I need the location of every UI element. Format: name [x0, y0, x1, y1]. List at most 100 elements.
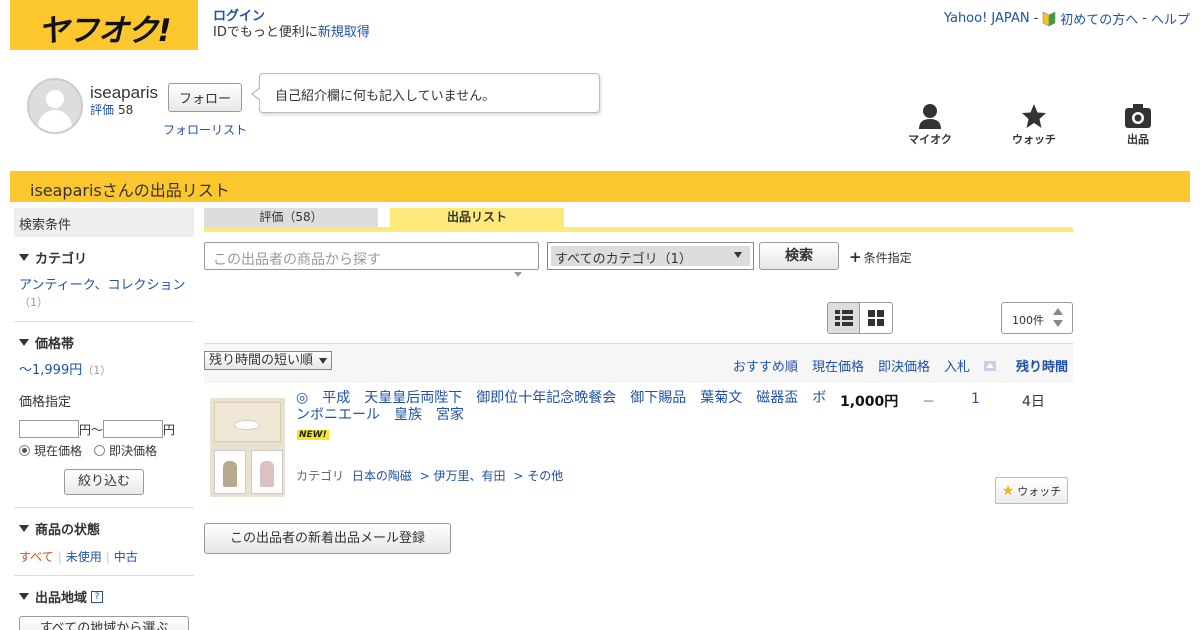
plus-icon: +	[849, 248, 862, 266]
tab-bar: 評価（58） 出品リスト	[204, 208, 1073, 232]
avatar	[27, 78, 83, 134]
price-title[interactable]: 価格帯	[19, 333, 189, 352]
region-button[interactable]: すべての地域から選ぶ	[19, 616, 189, 630]
triangle-down-icon	[19, 593, 29, 600]
page-title: iseaparisさんの出品リスト	[10, 171, 1190, 202]
radio-unchecked-icon	[94, 445, 106, 456]
price-range-link[interactable]: 〜1,999円	[19, 363, 82, 378]
list-view-icon	[834, 310, 853, 326]
condition-spec-link[interactable]: + 条件指定	[849, 248, 912, 266]
condition-title[interactable]: 商品の状態	[19, 519, 189, 538]
yen-tilde: 円～	[79, 422, 104, 437]
condition-options: すべて | 未使用 | 中古	[19, 550, 138, 564]
bio-bubble: 自己紹介欄に何も記入していません。	[251, 73, 600, 113]
item-category-link-1[interactable]: 日本の陶磁	[352, 469, 412, 483]
watch-label: ウォッチ	[1012, 133, 1056, 146]
category-section: カテゴリ アンティーク、コレクション （1）	[14, 237, 194, 322]
sort-select-value: 残り時間の短い順	[209, 353, 314, 368]
condition-title-label: 商品の状態	[35, 523, 101, 538]
separator: -	[1142, 11, 1147, 26]
avatar-body	[38, 110, 72, 132]
item-time-left: 4日	[1022, 394, 1045, 410]
beginner-link[interactable]: 初めての方へ	[1060, 9, 1138, 28]
search-input[interactable]: この出品者の商品から探す	[204, 242, 539, 270]
item-thumbnail[interactable]	[210, 398, 285, 497]
username: iseaparis	[90, 83, 159, 102]
yahuoku-logo[interactable]: ヤフオク!	[10, 0, 198, 50]
person-icon	[919, 104, 941, 129]
condition-unused[interactable]: 未使用	[66, 550, 102, 564]
per-page-stepper[interactable]: 100件	[1001, 302, 1073, 334]
condition-all[interactable]: すべて	[19, 550, 54, 564]
sell-shortcut[interactable]: 出品	[1108, 103, 1168, 147]
yen-label: 円	[163, 422, 176, 437]
camera-icon	[1125, 104, 1151, 128]
item-title-link[interactable]: ◎ 平成 天皇皇后両陛下 御即位十年記念晩餐会 御下賜品 葉菊文 磁器盃 ボンボ…	[296, 390, 832, 424]
login-link[interactable]: ログイン	[213, 9, 265, 24]
login-sub-text: IDでもっと便利に	[213, 25, 318, 40]
condition-used[interactable]: 中古	[114, 550, 138, 564]
grid-view-button[interactable]	[860, 303, 892, 333]
price-min-input[interactable]	[19, 420, 79, 438]
beginner-mark-icon	[1042, 11, 1056, 27]
category-select[interactable]: すべてのカテゴリ（1）	[547, 242, 754, 270]
per-page-value: 100件	[1012, 314, 1044, 327]
sort-links: おすすめ順 現在価格 即決価格 入札 残り時間	[719, 356, 1068, 375]
sort-recommended[interactable]: おすすめ順	[733, 356, 798, 375]
condition-section: 商品の状態 すべて | 未使用 | 中古	[14, 508, 194, 576]
tab-listing[interactable]: 出品リスト	[390, 208, 564, 227]
item-category-label: カテゴリ	[296, 469, 345, 483]
sort-bids[interactable]: 入札	[944, 356, 970, 375]
region-title[interactable]: 出品地域?	[19, 587, 189, 606]
sort-asc-icon	[983, 360, 996, 371]
category-link[interactable]: アンティーク、コレクション	[19, 278, 186, 293]
category-count: （1）	[19, 296, 48, 309]
grid-view-icon	[868, 310, 884, 326]
help-link[interactable]: ヘルプ	[1151, 9, 1190, 28]
follow-list-link[interactable]: フォローリスト	[163, 121, 247, 138]
search-button[interactable]: 検索	[759, 242, 839, 270]
sort-buynow-price[interactable]: 即決価格	[878, 356, 930, 375]
radio-buynow-price[interactable]: 即決価格	[94, 442, 157, 459]
new-listing-mail-button[interactable]: この出品者の新着出品メール登録	[204, 523, 451, 554]
condition-spec-label: 条件指定	[863, 251, 912, 265]
sort-current-price[interactable]: 現在価格	[812, 356, 864, 375]
watch-button[interactable]: ★ ウォッチ	[995, 477, 1068, 504]
sidebar-heading: 検索条件	[14, 208, 194, 237]
sort-select[interactable]: 残り時間の短い順	[204, 351, 333, 370]
top-links: Yahoo! JAPAN - 初めての方へ - ヘルプ	[944, 9, 1190, 28]
watch-button-label: ウォッチ	[1017, 484, 1062, 498]
category-select-value: すべてのカテゴリ（1）	[551, 246, 750, 267]
follow-button[interactable]: フォロー	[168, 83, 242, 112]
price-spec-label: 価格指定	[19, 395, 72, 410]
item-category-link-3[interactable]: > その他	[513, 469, 563, 483]
triangle-down-icon	[19, 339, 29, 346]
view-toggle	[827, 302, 893, 334]
price-max-input[interactable]	[103, 420, 164, 438]
triangle-down-icon	[19, 254, 29, 261]
tab-evaluation[interactable]: 評価（58）	[204, 208, 378, 227]
region-section: 出品地域? すべての地域から選ぶ	[14, 576, 194, 630]
radio-current-price[interactable]: 現在価格	[19, 442, 82, 459]
rating: 評価 58	[90, 101, 133, 118]
narrow-button[interactable]: 絞り込む	[64, 469, 144, 495]
help-icon[interactable]: ?	[91, 590, 104, 603]
item-bids-link[interactable]: 1	[971, 391, 980, 407]
price-range-row: 円～ 円	[19, 420, 189, 438]
sort-time-left-label: 残り時間	[1015, 360, 1068, 375]
signup-link[interactable]: 新規取得	[318, 25, 370, 40]
rating-link[interactable]: 評価	[90, 103, 114, 117]
category-title-label: カテゴリ	[35, 252, 88, 267]
rating-value: 58	[118, 103, 134, 117]
radio-checked-icon	[19, 445, 30, 456]
avatar-head	[46, 90, 64, 108]
price-section: 価格帯 〜1,999円（1） 価格指定 円～ 円 現在価格 即決価格 絞り込む	[14, 322, 194, 508]
yahoo-japan-link[interactable]: Yahoo! JAPAN	[944, 11, 1030, 26]
list-view-button[interactable]	[828, 303, 861, 333]
item-category-link-2[interactable]: > 伊万里、有田	[420, 469, 506, 483]
myauction-shortcut[interactable]: マイオク	[900, 103, 960, 147]
sidebar: 検索条件 カテゴリ アンティーク、コレクション （1） 価格帯 〜1,999円（1…	[14, 208, 194, 630]
category-title[interactable]: カテゴリ	[19, 248, 189, 267]
sort-time-left[interactable]: 残り時間	[983, 356, 1068, 375]
watch-shortcut[interactable]: ウォッチ	[1004, 103, 1064, 147]
